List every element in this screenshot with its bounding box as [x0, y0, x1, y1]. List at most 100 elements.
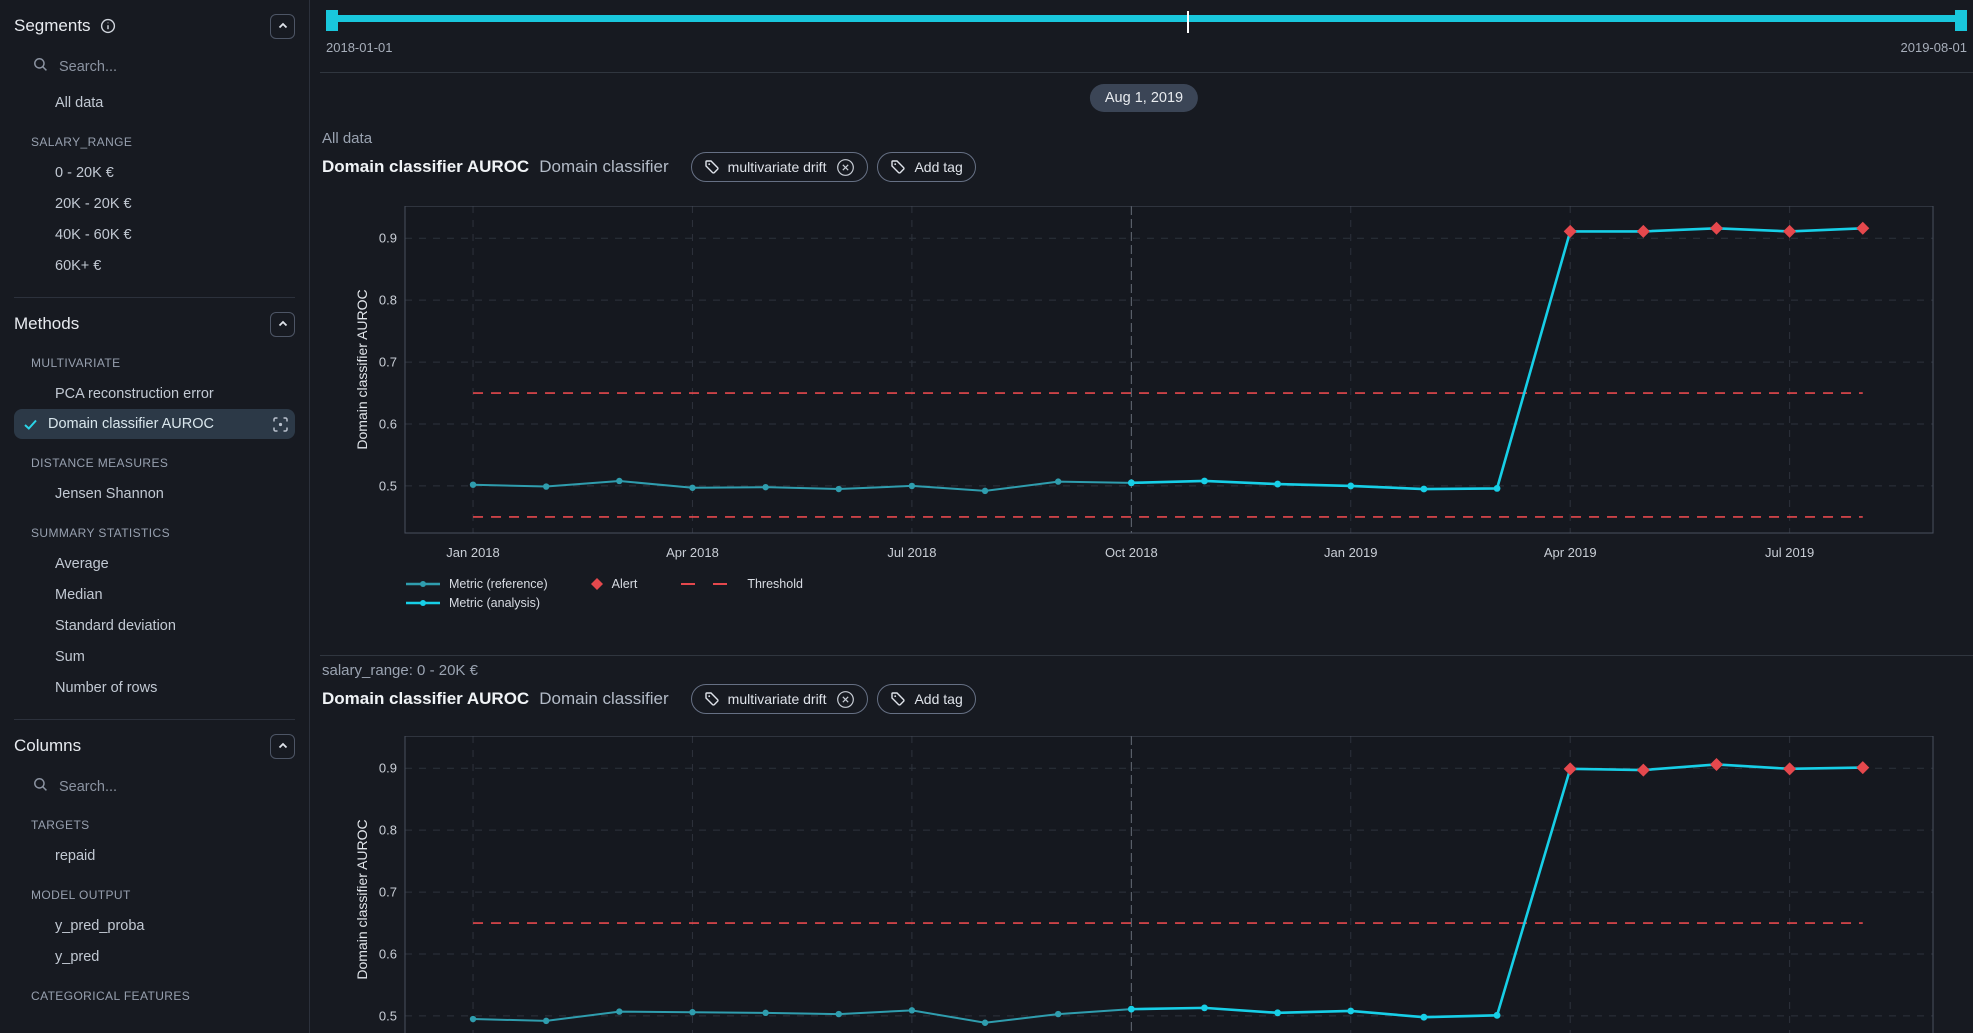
remove-tag-icon[interactable] — [836, 158, 855, 177]
info-icon — [100, 18, 116, 34]
add-tag-button[interactable]: Add tag — [877, 152, 975, 182]
group-label-model-output: MODEL OUTPUT — [0, 879, 309, 910]
sidebar-section-methods: Methods MULTIVARIATE PCA reconstruction er… — [0, 298, 309, 703]
chevron-up-icon — [277, 318, 289, 330]
sidebar-item-60k[interactable]: 60K+ € — [0, 250, 309, 281]
sidebar-item-all-data[interactable]: All data — [0, 87, 309, 118]
search-row-segments — [0, 47, 309, 87]
chart-header-0: All dataDomain classifier AUROCDomain cl… — [322, 130, 976, 182]
sidebar-item-40k-60k[interactable]: 40K - 60K € — [0, 219, 309, 250]
sidebar-item-label: PCA reconstruction error — [55, 386, 214, 402]
sidebar-item-number-of-rows[interactable]: Number of rows — [0, 672, 309, 703]
svg-text:Jan 2018: Jan 2018 — [446, 545, 500, 560]
tag-multivariate-drift[interactable]: multivariate drift — [691, 684, 869, 714]
timeline-right-handle[interactable] — [1955, 10, 1967, 31]
svg-text:Apr 2019: Apr 2019 — [1544, 545, 1597, 560]
svg-text:0.5: 0.5 — [379, 478, 397, 493]
section-title-segments: Segments — [14, 16, 91, 36]
chevron-up-icon — [277, 740, 289, 752]
collapse-columns-button[interactable] — [270, 734, 295, 759]
search-icon — [33, 777, 48, 797]
sidebar-item-average[interactable]: Average — [0, 548, 309, 579]
group-label-categorical-features: CATEGORICAL FEATURES — [0, 980, 309, 1011]
sidebar-item-y-pred-proba[interactable]: y_pred_proba — [0, 910, 309, 941]
sidebar-item-0-20k[interactable]: 0 - 20K € — [0, 157, 309, 188]
group-label-multivariate: MULTIVARIATE — [0, 347, 309, 378]
check-icon — [23, 417, 38, 432]
chart-title-row: Domain classifier AUROCDomain classifier… — [322, 684, 976, 714]
collapse-methods-button[interactable] — [270, 312, 295, 337]
sidebar-item-label: Jensen Shannon — [55, 486, 164, 502]
chart-legend-0: Metric (reference)AlertThresholdMetric (… — [405, 577, 803, 610]
sidebar-item-label: Standard deviation — [55, 618, 176, 634]
sidebar-item-label: Sum — [55, 649, 85, 665]
sidebar-section-segments: Segments All data SALARY_RANGE0 - 20K € 20K… — [0, 0, 309, 281]
app-root: Segments All data SALARY_RANGE0 - 20K € 20K… — [0, 0, 1973, 1033]
svg-text:Jul 2018: Jul 2018 — [887, 545, 936, 560]
sidebar-item-label: y_pred_proba — [55, 918, 145, 934]
metric-line-chart[interactable]: 0.50.60.70.80.9Jan 2018Apr 2018Jul 2018O… — [340, 206, 1940, 578]
sidebar: Segments All data SALARY_RANGE0 - 20K € 20K… — [0, 0, 310, 1033]
tag-icon — [890, 691, 906, 707]
group-label-targets: TARGETS — [0, 809, 309, 840]
timeline-start-date: 2018-01-01 — [326, 40, 393, 55]
sidebar-item-pca-reconstruction-error[interactable]: PCA reconstruction error — [0, 378, 309, 409]
chart-plot-0[interactable]: 0.50.60.70.80.9Jan 2018Apr 2018Jul 2018O… — [340, 206, 1940, 583]
tag-icon — [890, 159, 906, 175]
tag-multivariate-drift[interactable]: multivariate drift — [691, 152, 869, 182]
sidebar-item-label: 20K - 20K € — [55, 196, 132, 212]
sidebar-item-20k-20k[interactable]: 20K - 20K € — [0, 188, 309, 219]
timeline-end-date: 2019-08-01 — [1901, 40, 1968, 55]
sidebar-item-label: Median — [55, 587, 103, 603]
section-title-methods: Methods — [14, 314, 79, 334]
timeline-range-bar[interactable] — [326, 15, 1967, 22]
add-tag-button[interactable]: Add tag — [877, 684, 975, 714]
alert-diamond-icon — [590, 577, 604, 591]
svg-text:Apr 2018: Apr 2018 — [666, 545, 719, 560]
reference-line-swatch — [405, 579, 441, 589]
segments-search-input[interactable] — [57, 58, 241, 76]
metric-line-chart[interactable]: 0.50.60.70.80.9Jan 2018Apr 2018Jul 2018O… — [340, 736, 1940, 1033]
remove-tag-icon[interactable] — [836, 690, 855, 709]
svg-text:0.8: 0.8 — [379, 823, 397, 838]
sidebar-item-domain-classifier-auroc[interactable]: Domain classifier AUROC — [14, 409, 295, 439]
sidebar-item-sum[interactable]: Sum — [0, 641, 309, 672]
chart-segment-label: salary_range: 0 - 20K € — [322, 662, 976, 679]
sidebar-section-header: Methods — [0, 303, 309, 345]
chart-plot-1[interactable]: 0.50.60.70.80.9Jan 2018Apr 2018Jul 2018O… — [340, 736, 1940, 1033]
focus-method-icon[interactable] — [272, 416, 289, 433]
timeline-cursor[interactable] — [1187, 11, 1189, 33]
group-label-salary-range: SALARY_RANGE — [0, 126, 309, 157]
search-icon — [33, 57, 48, 77]
sidebar-item-repaid[interactable]: repaid — [0, 840, 309, 871]
timeline-left-handle[interactable] — [326, 10, 338, 31]
svg-text:Jul 2019: Jul 2019 — [1765, 545, 1814, 560]
chart-title-row: Domain classifier AUROCDomain classifier… — [322, 152, 976, 182]
chart-header-1: salary_range: 0 - 20K € Domain classifier… — [322, 662, 976, 714]
sidebar-item-label: Average — [55, 556, 109, 572]
sidebar-item-label: Domain classifier AUROC — [48, 416, 214, 432]
svg-text:0.9: 0.9 — [379, 761, 397, 776]
collapse-segments-button[interactable] — [270, 14, 295, 39]
svg-text:Domain classifier AUROC: Domain classifier AUROC — [354, 289, 370, 449]
sidebar-section-columns: Columns TARGETSrepaid MODEL OUTPUT y_pred_p… — [0, 720, 309, 1011]
divider — [320, 72, 1973, 73]
chart-title: Domain classifier AUROC — [322, 689, 529, 709]
section-title-columns: Columns — [14, 736, 81, 756]
sidebar-item-label: Number of rows — [55, 680, 157, 696]
tag-label: multivariate drift — [728, 691, 827, 707]
svg-text:0.7: 0.7 — [379, 885, 397, 900]
sidebar-item-standard-deviation[interactable]: Standard deviation — [0, 610, 309, 641]
svg-text:0.7: 0.7 — [379, 355, 397, 370]
chevron-up-icon — [277, 20, 289, 32]
group-label-summary-statistics: SUMMARY STATISTICS — [0, 517, 309, 548]
svg-text:0.5: 0.5 — [379, 1008, 397, 1023]
sidebar-section-header: Segments — [0, 5, 309, 47]
legend-row: Metric (analysis) — [405, 596, 803, 610]
sidebar-item-y-pred[interactable]: y_pred — [0, 941, 309, 972]
svg-text:Domain classifier AUROC: Domain classifier AUROC — [354, 819, 370, 979]
sidebar-item-median[interactable]: Median — [0, 579, 309, 610]
group-label-distance-measures: DISTANCE MEASURES — [0, 447, 309, 478]
sidebar-item-jensen-shannon[interactable]: Jensen Shannon — [0, 478, 309, 509]
columns-search-input[interactable] — [57, 778, 241, 796]
